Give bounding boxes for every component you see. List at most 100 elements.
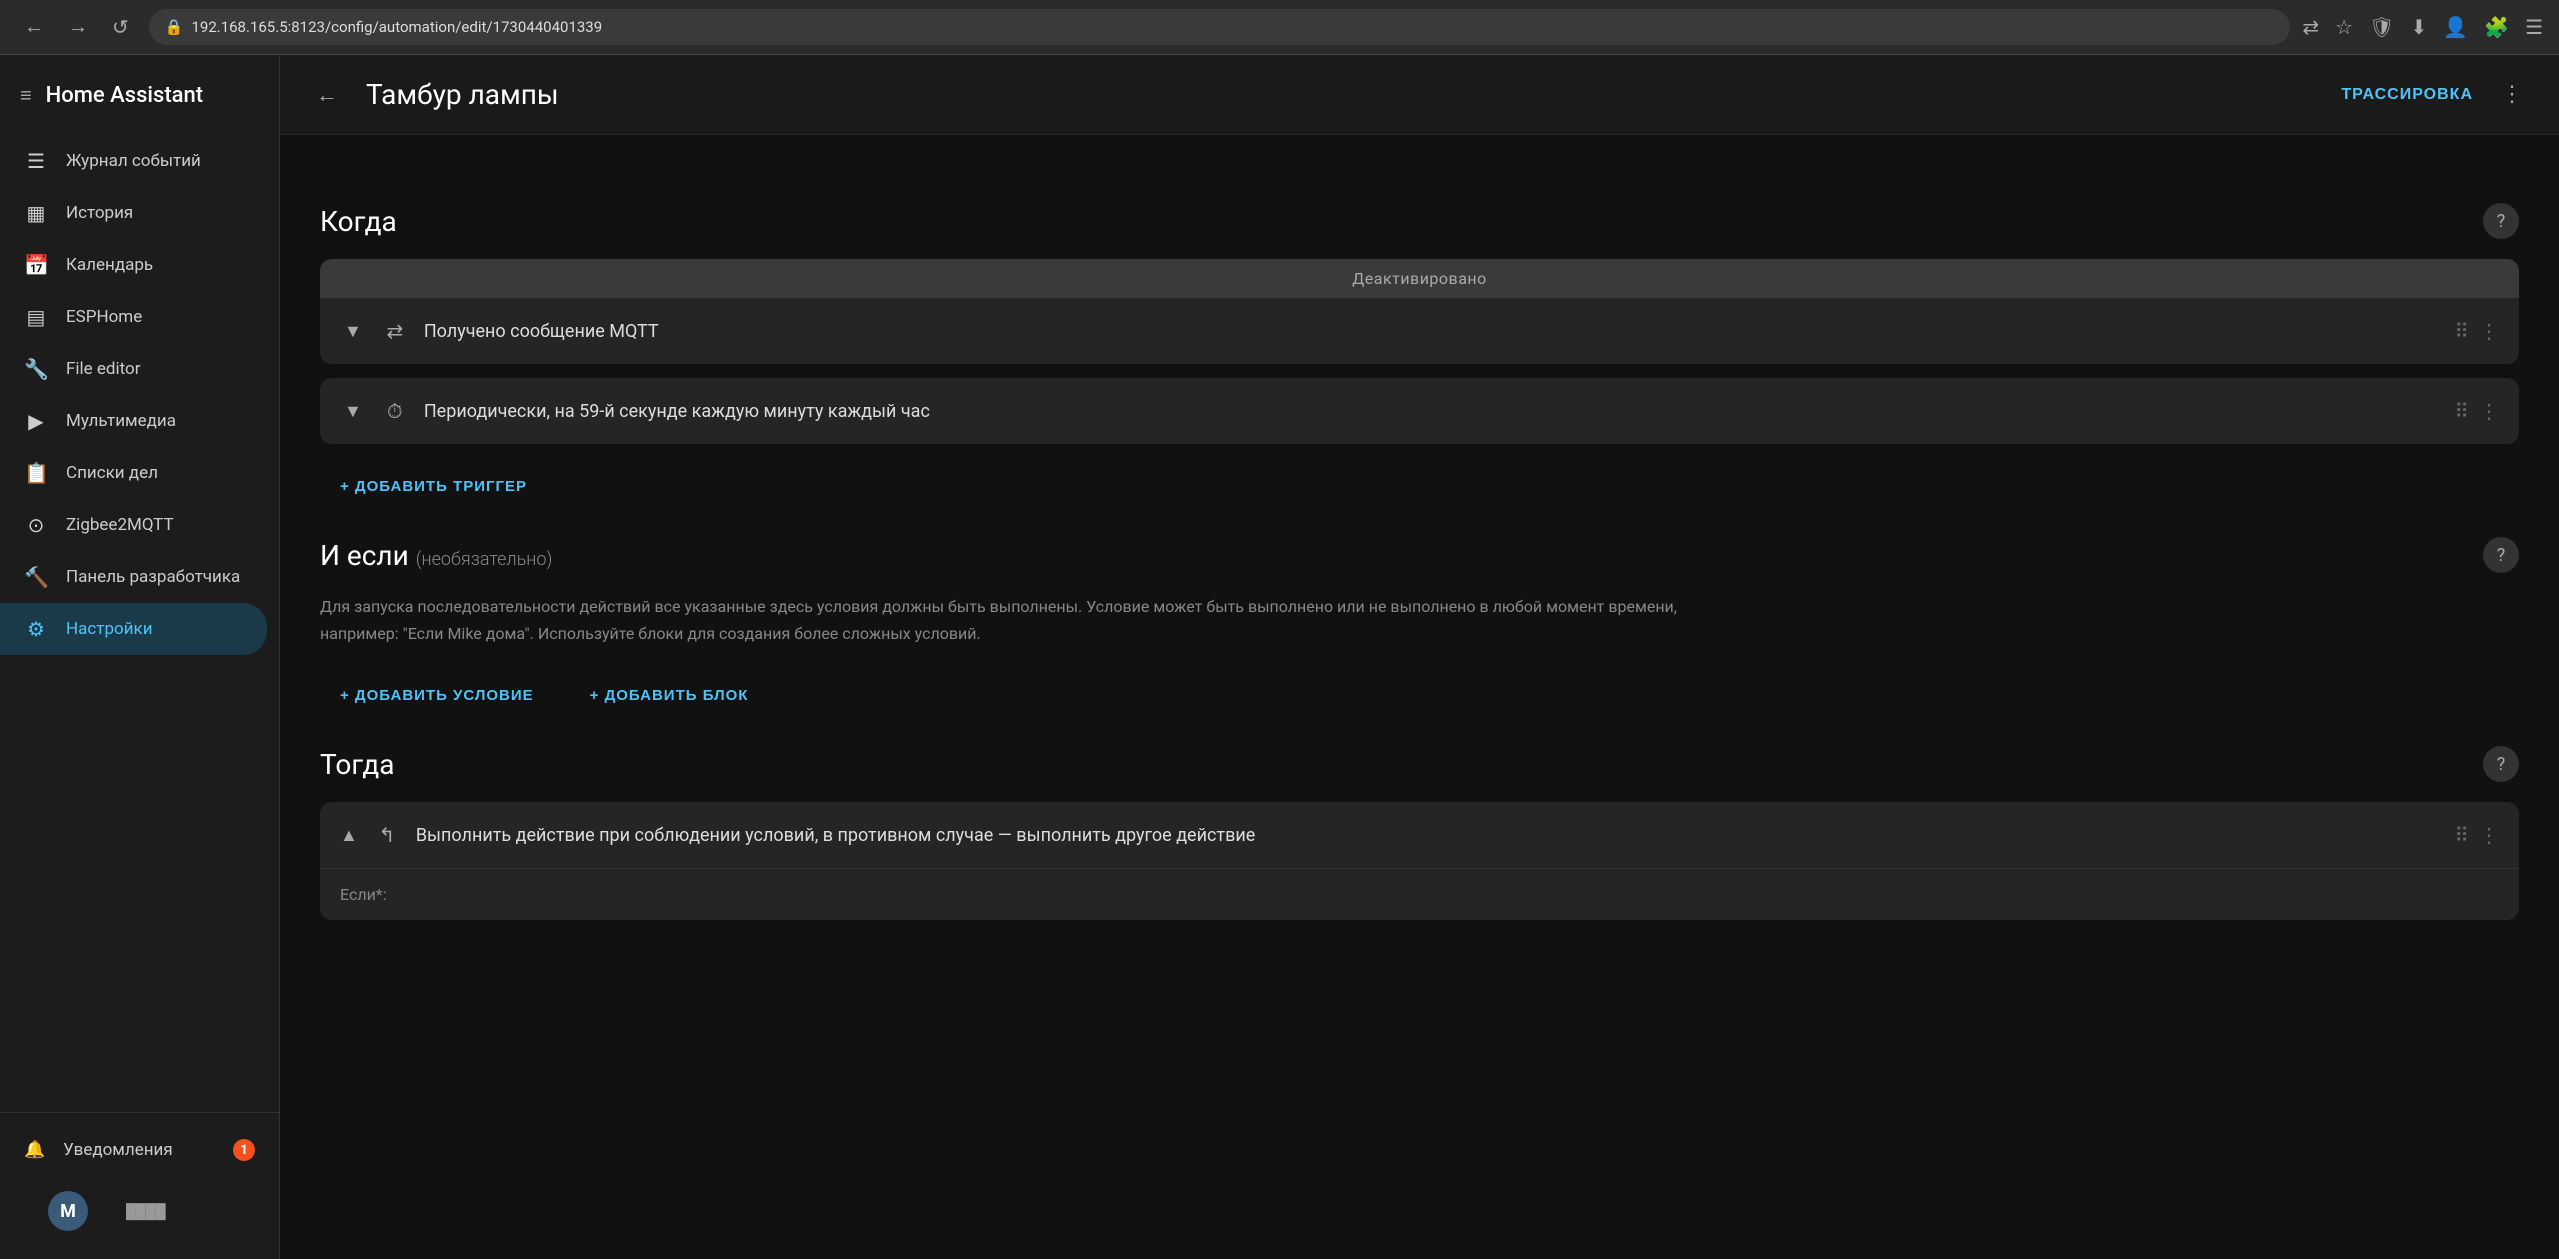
trigger-expand-button-2[interactable]: ▼ — [340, 397, 366, 426]
if-action-buttons: + ДОБАВИТЬ УСЛОВИЕ + ДОБАВИТЬ БЛОК — [320, 667, 2519, 714]
trigger-actions-1: ⠿ ⋮ — [2454, 319, 2499, 343]
sidebar-nav: ☰ Журнал событий ▦ История 📅 Календарь ▤… — [0, 135, 279, 1112]
then-action-buttons: ⠿ ⋮ — [2454, 823, 2499, 847]
trigger-label-1: Получено сообщение MQTT — [424, 321, 2441, 342]
notification-item[interactable]: 🔔 Уведомления 1 — [0, 1125, 279, 1175]
esphome-icon: ▤ — [24, 305, 48, 329]
main-header: ← Тамбур лампы ТРАССИРОВКА ⋮ — [280, 55, 2559, 135]
user-info[interactable]: M ████ — [0, 1175, 279, 1247]
star-icon[interactable]: ☆ — [2335, 15, 2353, 39]
when-section: Когда ? Деактивировано ▼ ⇄ Получено сооб… — [320, 203, 2519, 505]
add-block-button[interactable]: + ДОБАВИТЬ БЛОК — [570, 677, 769, 714]
drag-handle-icon-2[interactable]: ⠿ — [2454, 399, 2469, 423]
hamburger-icon[interactable]: ≡ — [20, 83, 32, 108]
then-more-icon[interactable]: ⋮ — [2479, 823, 2499, 847]
profile-icon[interactable]: 👤 — [2443, 15, 2468, 39]
timer-icon: ⏱ — [380, 396, 410, 426]
developer-icon: 🔨 — [24, 565, 48, 589]
address-bar[interactable]: 🔒 192.168.165.5:8123/config/automation/e… — [149, 9, 2291, 45]
if-section: И если (необязательно) ? Для запуска пос… — [320, 537, 2519, 714]
then-action-label: Выполнить действие при соблюдении услови… — [416, 825, 2441, 846]
trigger-more-icon-2[interactable]: ⋮ — [2479, 399, 2499, 423]
trigger-card-1: Деактивировано ▼ ⇄ Получено сообщение MQ… — [320, 259, 2519, 364]
forward-button[interactable]: → — [60, 12, 96, 43]
sidebar-title: Home Assistant — [46, 83, 203, 108]
sidebar-item-settings[interactable]: ⚙ Настройки — [0, 603, 267, 655]
sidebar-item-media[interactable]: ▶ Мультимедиа — [0, 395, 267, 447]
page-title: Тамбур лампы — [366, 78, 2321, 111]
add-condition-button[interactable]: + ДОБАВИТЬ УСЛОВИЕ — [320, 677, 554, 714]
when-help-icon[interactable]: ? — [2483, 203, 2519, 239]
history-icon: ▦ — [24, 201, 48, 225]
notification-icon: 🔔 — [24, 1140, 45, 1160]
sidebar-item-label: Настройки — [66, 619, 153, 639]
browser-actions: ⇄ ☆ 🛡 ⬇ 👤 🧩 ☰ — [2302, 15, 2543, 39]
sidebar-item-label: Zigbee2MQTT — [66, 515, 174, 535]
trigger-row-1: ▼ ⇄ Получено сообщение MQTT ⠿ ⋮ — [320, 298, 2519, 364]
nav-buttons: ← → ↺ — [16, 11, 137, 44]
sidebar-item-label: Списки дел — [66, 463, 158, 483]
user-avatar[interactable]: M — [48, 1191, 88, 1231]
menu-icon[interactable]: ☰ — [2525, 15, 2543, 39]
sidebar-header: ≡ Home Assistant — [0, 55, 279, 135]
sidebar-item-calendar[interactable]: 📅 Календарь — [0, 239, 267, 291]
drag-handle-icon-then[interactable]: ⠿ — [2454, 823, 2469, 847]
trigger-actions-2: ⠿ ⋮ — [2454, 399, 2499, 423]
then-title: Тогда — [320, 748, 394, 781]
trigger-more-icon-1[interactable]: ⋮ — [2479, 319, 2499, 343]
trigger-expand-button-1[interactable]: ▼ — [340, 317, 366, 346]
settings-icon: ⚙ — [24, 617, 48, 641]
zigbee-icon: ⊙ — [24, 513, 48, 537]
trigger-row-2: ▼ ⏱ Периодически, на 59-й секунде каждую… — [320, 378, 2519, 444]
sidebar-item-todo[interactable]: 📋 Списки дел — [0, 447, 267, 499]
url-text: 192.168.165.5:8123/config/automation/edi… — [191, 18, 602, 36]
sidebar-item-label: File editor — [66, 359, 140, 379]
if-label: Если*: — [340, 885, 387, 904]
back-button[interactable]: ← — [16, 12, 52, 43]
user-info-text: ████ — [126, 1203, 166, 1220]
sidebar-item-file-editor[interactable]: 🔧 File editor — [0, 343, 267, 395]
trigger-card-2: ▼ ⏱ Периодически, на 59-й секунде каждую… — [320, 378, 2519, 444]
notification-badge: 1 — [233, 1139, 255, 1161]
if-help-icon[interactable]: ? — [2483, 537, 2519, 573]
sidebar-item-label: Журнал событий — [66, 151, 201, 171]
sidebar-item-developer[interactable]: 🔨 Панель разработчика — [0, 551, 267, 603]
translate-icon[interactable]: ⇄ — [2302, 15, 2319, 39]
extensions-icon[interactable]: 🧩 — [2484, 15, 2509, 39]
back-button[interactable]: ← — [308, 74, 346, 116]
deactivated-banner: Деактивировано — [320, 259, 2519, 298]
then-expand-button[interactable]: ▲ — [340, 825, 358, 846]
app-layout: ≡ Home Assistant ☰ Журнал событий ▦ Исто… — [0, 55, 2559, 1259]
if-else-icon: ↰ — [372, 820, 402, 850]
sidebar-item-label: ESPHome — [66, 307, 142, 327]
drag-handle-icon-1[interactable]: ⠿ — [2454, 319, 2469, 343]
trace-button[interactable]: ТРАССИРОВКА — [2341, 86, 2473, 104]
sidebar: ≡ Home Assistant ☰ Журнал событий ▦ Исто… — [0, 55, 280, 1259]
then-row-1: ▲ ↰ Выполнить действие при соблюдении ус… — [320, 802, 2519, 868]
calendar-icon: 📅 — [24, 253, 48, 277]
file-editor-icon: 🔧 — [24, 357, 48, 381]
add-trigger-button[interactable]: + ДОБАВИТЬ ТРИГГЕР — [320, 468, 547, 505]
trigger-label-2: Периодически, на 59-й секунде каждую мин… — [424, 401, 2441, 422]
then-section-header: Тогда ? — [320, 746, 2519, 782]
sidebar-item-label: Панель разработчика — [66, 567, 240, 587]
shield-icon[interactable]: 🛡 — [2369, 15, 2394, 39]
reload-button[interactable]: ↺ — [104, 11, 137, 44]
lock-icon: 🔒 — [165, 18, 184, 36]
more-menu-icon[interactable]: ⋮ — [2493, 74, 2531, 115]
if-section-header: И если (необязательно) ? — [320, 537, 2519, 573]
if-title: И если (необязательно) — [320, 539, 552, 572]
mqtt-icon: ⇄ — [380, 316, 410, 346]
sidebar-item-label: Мультимедиа — [66, 411, 176, 431]
sidebar-item-esphome[interactable]: ▤ ESPHome — [0, 291, 267, 343]
sidebar-item-label: Календарь — [66, 255, 153, 275]
then-help-icon[interactable]: ? — [2483, 746, 2519, 782]
if-description: Для запуска последовательности действий … — [320, 593, 1720, 647]
then-card-1: ▲ ↰ Выполнить действие при соблюдении ус… — [320, 802, 2519, 920]
when-title: Когда — [320, 205, 397, 238]
sidebar-item-history[interactable]: ▦ История — [0, 187, 267, 239]
sidebar-item-journal[interactable]: ☰ Журнал событий — [0, 135, 267, 187]
download-icon[interactable]: ⬇ — [2410, 15, 2427, 39]
sidebar-item-zigbee[interactable]: ⊙ Zigbee2MQTT — [0, 499, 267, 551]
journal-icon: ☰ — [24, 149, 48, 173]
